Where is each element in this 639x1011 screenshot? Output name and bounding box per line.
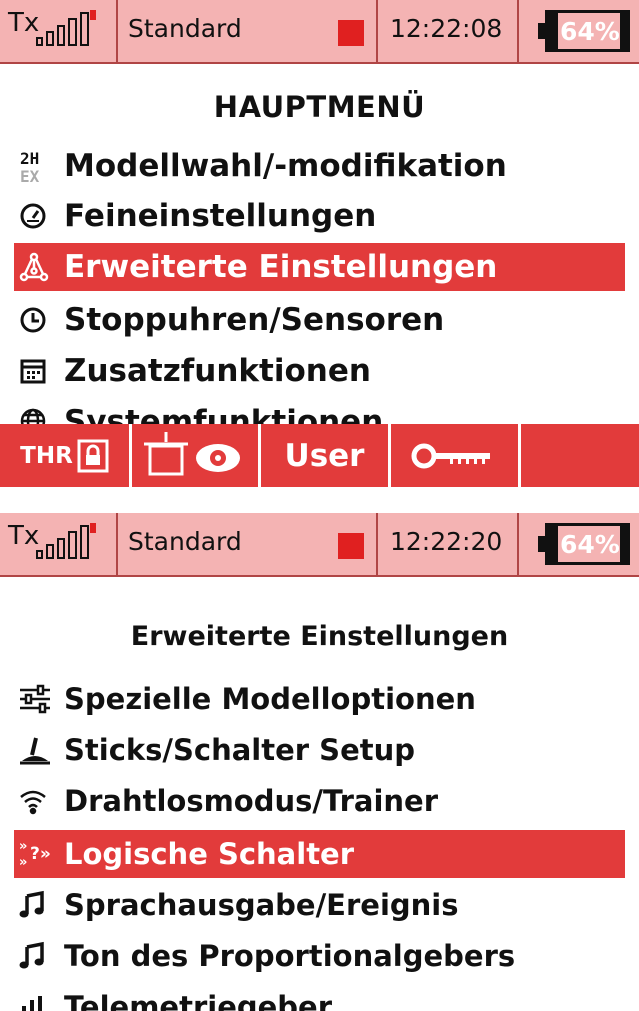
main-menu-screen: Tx Standard 12:22:08 64% HAUPTMENÜ 2H EX bbox=[0, 0, 639, 487]
globe-icon bbox=[18, 398, 64, 424]
menu-label: Logische Schalter bbox=[64, 837, 355, 871]
menu-label: Erweiterte Einstellungen bbox=[64, 249, 498, 285]
record-indicator-icon bbox=[338, 533, 364, 559]
battery-percent: 64% bbox=[560, 530, 620, 559]
signal-alert-icon bbox=[90, 523, 96, 533]
tx-signal-indicator: Tx bbox=[6, 6, 114, 56]
menu-item-logical-switches[interactable]: »»?» Logische Schalter bbox=[14, 830, 625, 878]
logic-switch-icon: »»?» bbox=[18, 834, 64, 874]
tx-label: Tx bbox=[8, 521, 40, 551]
battery-tip bbox=[538, 536, 545, 552]
menu-item-extra-functions[interactable]: Zusatzfunktionen bbox=[14, 347, 625, 395]
menu-label: Sticks/Schalter Setup bbox=[64, 733, 416, 767]
clock-time: 12:22:08 bbox=[390, 14, 503, 43]
battery-indicator: 64% bbox=[538, 10, 630, 52]
menu-item-fine-settings[interactable]: Feineinstellungen bbox=[14, 192, 625, 240]
menu-item-sticks-switch-setup[interactable]: Sticks/Schalter Setup bbox=[14, 726, 625, 774]
sliders-icon bbox=[18, 679, 64, 719]
advanced-settings-screen: Tx Standard 12:22:20 64% Erweiterte Eins… bbox=[0, 513, 639, 1011]
divider bbox=[376, 513, 378, 575]
svg-text:»: » bbox=[19, 855, 27, 870]
menu-item-model-select[interactable]: 2H EX Modellwahl/-modifikation bbox=[14, 142, 625, 190]
svg-text:»: » bbox=[19, 839, 27, 854]
status-bar: Tx Standard 12:22:20 64% bbox=[0, 513, 639, 577]
thr-label: THR bbox=[20, 442, 73, 469]
stick-view-icon bbox=[144, 431, 240, 475]
record-indicator-icon bbox=[338, 20, 364, 46]
menu-label: Modellwahl/-modifikation bbox=[64, 148, 507, 184]
menu-label: Ton des Proportionalgebers bbox=[64, 939, 516, 973]
svg-text:2H: 2H bbox=[20, 149, 39, 168]
calendar-icon bbox=[18, 351, 64, 391]
key-button[interactable] bbox=[391, 424, 518, 487]
menu-label: Drahtlosmodus/Trainer bbox=[64, 784, 438, 818]
menu-item-proportional-tone[interactable]: Ton des Proportionalgebers bbox=[14, 932, 625, 980]
divider bbox=[376, 0, 378, 62]
signal-bar-icon bbox=[57, 538, 65, 559]
page-title: HAUPTMENÜ bbox=[213, 90, 426, 124]
model-name[interactable]: Standard bbox=[128, 14, 242, 43]
menu-item-system-functions[interactable]: Systemfunktionen bbox=[14, 398, 625, 424]
menu-item-special-model-options[interactable]: Spezielle Modelloptionen bbox=[14, 675, 625, 723]
signal-bar-icon bbox=[46, 31, 54, 46]
battery-percent: 64% bbox=[560, 17, 620, 46]
tx-label: Tx bbox=[8, 8, 40, 38]
signal-bar-icon bbox=[57, 25, 65, 46]
divider bbox=[517, 513, 519, 575]
signal-bar-icon bbox=[68, 531, 77, 559]
menu-item-voice-events[interactable]: Sprachausgabe/Ereignis bbox=[14, 881, 625, 929]
model-select-icon: 2H EX bbox=[18, 146, 64, 186]
clock-icon bbox=[18, 300, 64, 340]
menu-label: Systemfunktionen bbox=[64, 404, 384, 424]
signal-bar-icon bbox=[68, 18, 77, 46]
tx-signal-indicator: Tx bbox=[6, 519, 114, 569]
page-title: Erweiterte Einstellungen bbox=[130, 621, 509, 652]
menu-label: Zusatzfunktionen bbox=[64, 353, 371, 389]
stick-view-button[interactable] bbox=[132, 424, 258, 487]
signal-bar-icon bbox=[36, 550, 43, 559]
music-note-icon bbox=[18, 885, 64, 925]
svg-text:EX: EX bbox=[20, 167, 40, 184]
divider bbox=[116, 513, 118, 575]
menu-item-telemetry[interactable]: Telemetriegeber bbox=[14, 983, 625, 1011]
throttle-lock-button[interactable]: THR bbox=[0, 424, 129, 487]
menu-label: Sprachausgabe/Ereignis bbox=[64, 888, 459, 922]
menu-label: Feineinstellungen bbox=[64, 198, 377, 234]
signal-bar-icon bbox=[80, 12, 89, 46]
battery-tip bbox=[538, 23, 545, 39]
menu-item-wireless-trainer[interactable]: Drahtlosmodus/Trainer bbox=[14, 777, 625, 825]
music-note-icon bbox=[18, 936, 64, 976]
menu-item-timers-sensors[interactable]: Stoppuhren/Sensoren bbox=[14, 296, 625, 344]
signal-bar-icon bbox=[80, 525, 89, 559]
gauge-icon bbox=[18, 196, 64, 236]
menu-label: Stoppuhren/Sensoren bbox=[64, 302, 445, 338]
signal-alert-icon bbox=[90, 10, 96, 20]
bottom-toolbar: THR User bbox=[0, 424, 639, 487]
divider bbox=[116, 0, 118, 62]
signal-bar-icon bbox=[46, 544, 54, 559]
telemetry-icon bbox=[18, 983, 64, 1011]
empty-slot-button[interactable] bbox=[521, 424, 639, 487]
stick-icon bbox=[18, 730, 64, 770]
key-icon bbox=[411, 443, 490, 468]
menu-label: Telemetriegeber bbox=[64, 990, 333, 1011]
user-label: User bbox=[284, 437, 365, 474]
battery-indicator: 64% bbox=[538, 523, 630, 565]
divider bbox=[517, 0, 519, 62]
status-bar: Tx Standard 12:22:08 64% bbox=[0, 0, 639, 64]
network-icon bbox=[18, 247, 64, 287]
model-name[interactable]: Standard bbox=[128, 527, 242, 556]
menu-item-advanced-settings[interactable]: Erweiterte Einstellungen bbox=[14, 243, 625, 291]
wifi-icon bbox=[18, 781, 64, 821]
svg-text:?»: ?» bbox=[30, 844, 51, 864]
signal-bar-icon bbox=[36, 37, 43, 46]
menu-label: Spezielle Modelloptionen bbox=[64, 682, 476, 716]
user-button[interactable]: User bbox=[261, 424, 388, 487]
lock-icon bbox=[77, 439, 109, 472]
clock-time: 12:22:20 bbox=[390, 527, 503, 556]
